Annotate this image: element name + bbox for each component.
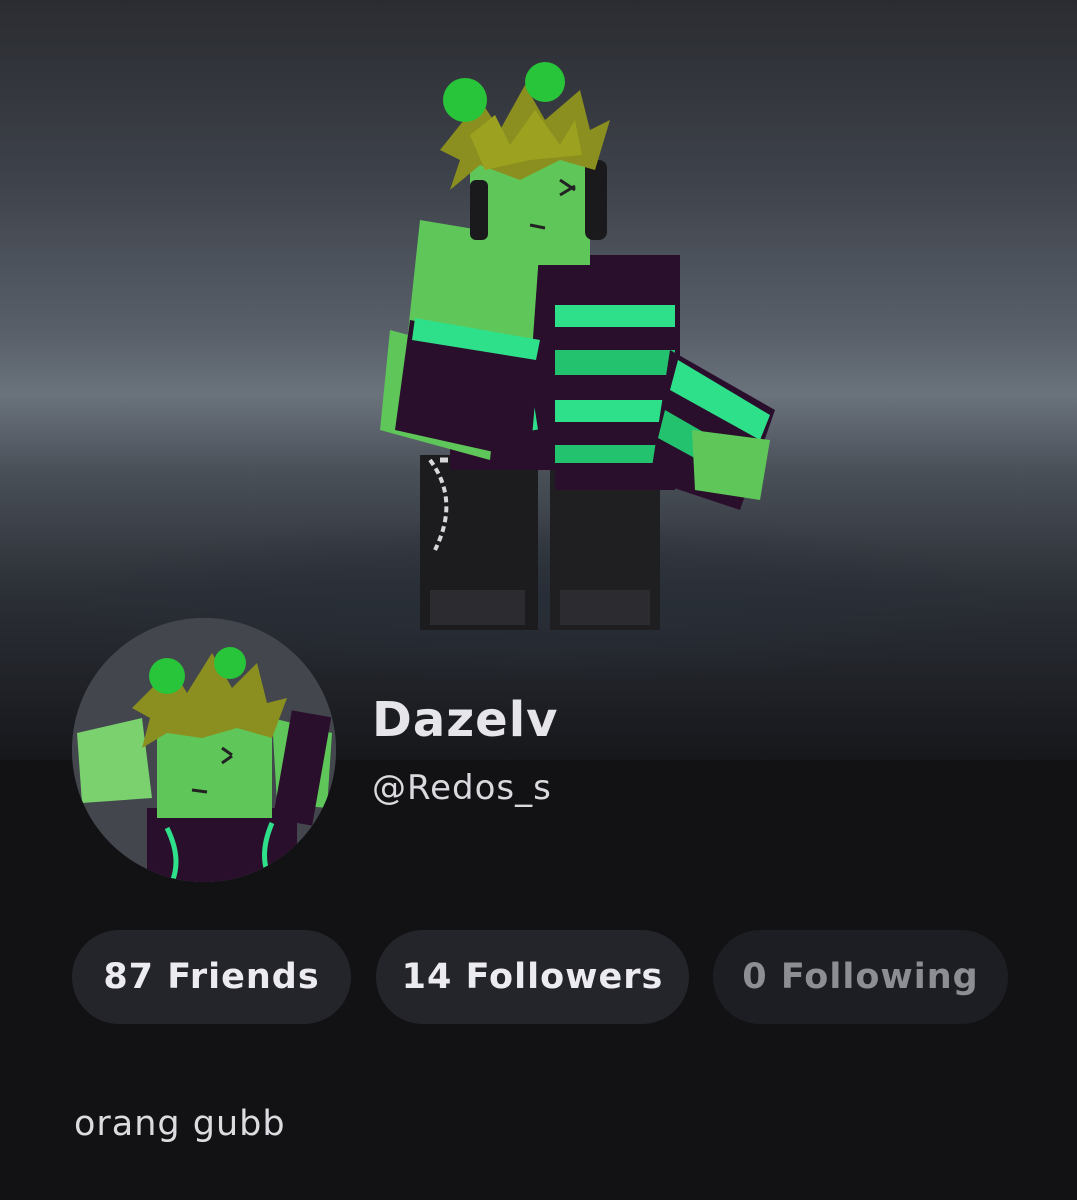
friends-count-label: 87 Friends: [103, 957, 320, 997]
following-count-label: 0 Following: [742, 957, 979, 997]
avatar-right-arm: [555, 260, 775, 510]
display-name: Dazelv: [372, 692, 559, 748]
profile-picture[interactable]: [72, 618, 336, 882]
followers-count-label: 14 Followers: [401, 957, 664, 997]
avatar-render: [380, 62, 775, 630]
username: @Redos_s: [372, 768, 552, 808]
profile-bio: orang gubb: [74, 1104, 286, 1144]
followers-button[interactable]: 14 Followers: [376, 930, 689, 1024]
avatar-headshot: [72, 618, 336, 882]
following-button[interactable]: 0 Following: [713, 930, 1008, 1024]
friends-button[interactable]: 87 Friends: [72, 930, 351, 1024]
